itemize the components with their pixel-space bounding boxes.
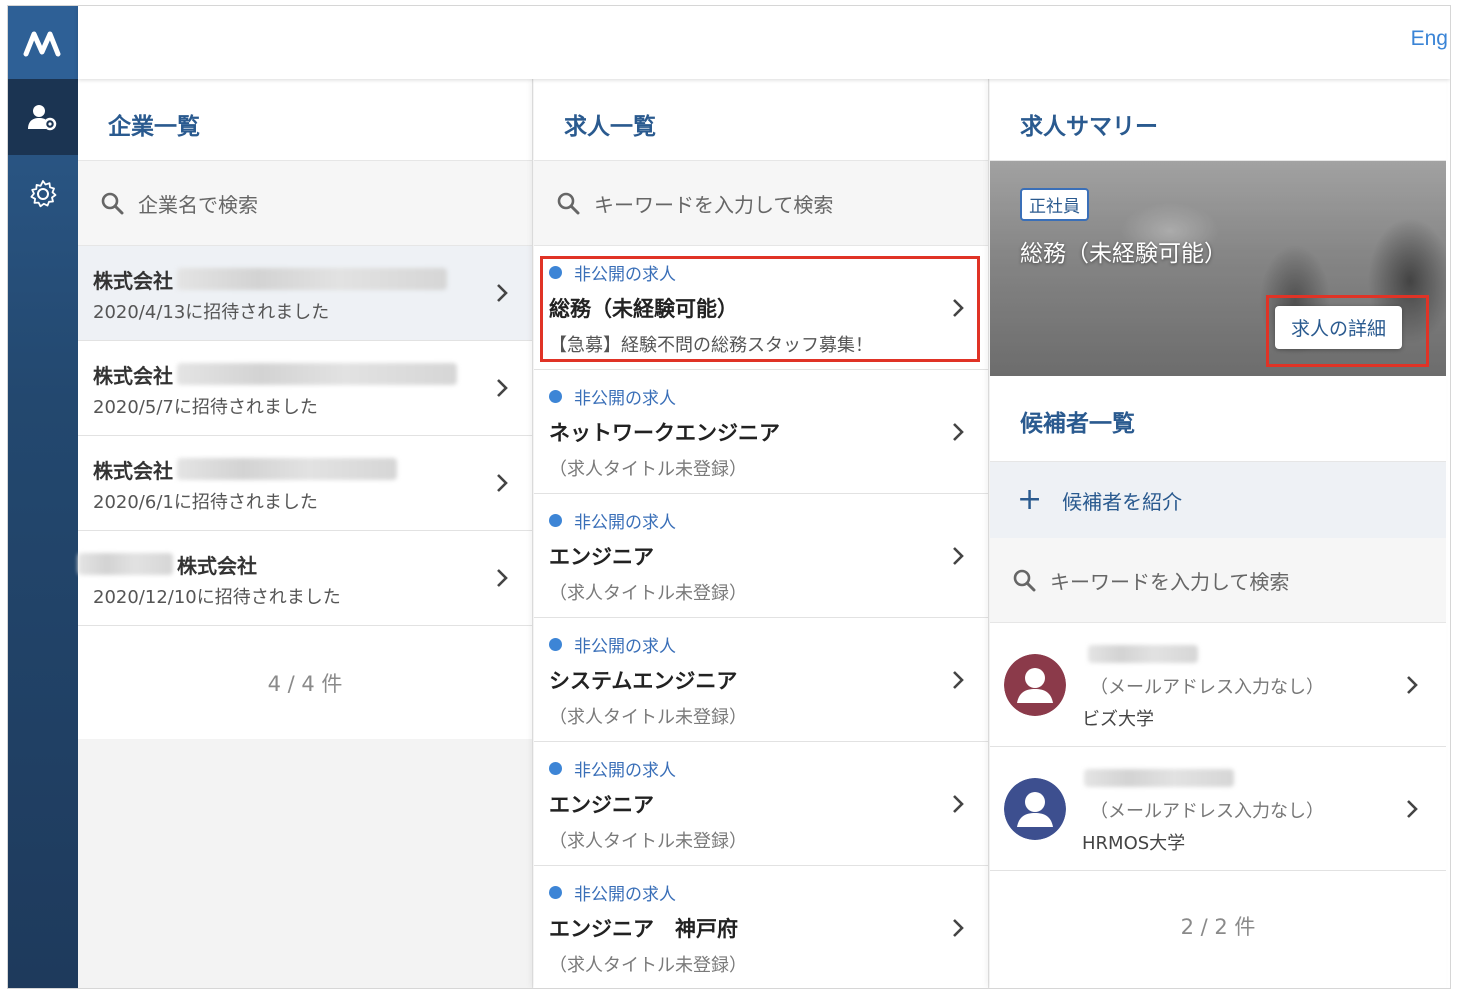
job-row-selected[interactable]: 非公開の求人 総務（未経験可能） 【急募】経験不問の総務スタッフ募集！ — [534, 246, 988, 370]
company-row[interactable]: 株式会社 2020/6/1に招待されました — [78, 436, 532, 531]
job-status: 非公開の求人 — [574, 389, 676, 409]
chevron-right-icon — [953, 670, 964, 689]
company-invite-date: 2020/12/10に招待されました — [93, 587, 341, 608]
job-subtitle: 【急募】経験不問の総務スタッフ募集！ — [549, 335, 873, 356]
job-title: システムエンジニア — [549, 669, 738, 693]
job-status: 非公開の求人 — [574, 513, 676, 533]
chevron-right-icon — [1407, 675, 1418, 694]
job-status: 非公開の求人 — [574, 885, 676, 905]
job-summary-panel: 求人サマリー 正社員 総務（未経験可能） 求人の詳細 候補者一覧 + 候補者を紹… — [990, 79, 1446, 988]
sidebar — [8, 6, 78, 988]
company-count: 4 / 4 件 — [78, 626, 532, 733]
plus-icon: + — [1017, 482, 1043, 517]
chevron-right-icon — [953, 546, 964, 565]
job-status: 非公開の求人 — [574, 637, 676, 657]
search-icon — [557, 192, 580, 215]
candidate-count: 2 / 2 件 — [1180, 915, 1256, 939]
status-dot — [549, 266, 562, 279]
job-subtitle: （求人タイトル未登録） — [549, 831, 747, 852]
company-invite-date: 2020/5/7に招待されました — [93, 397, 318, 418]
company-invite-date: 2020/6/1に招待されました — [93, 492, 318, 513]
company-list-panel: 企業一覧 企業名で検索 株式会社 2020/4/13に招待されました 株式会社 … — [78, 79, 533, 988]
job-list-title: 求人一覧 — [534, 79, 988, 161]
job-hero-image: 正社員 総務（未経験可能） 求人の詳細 — [990, 161, 1446, 376]
employment-type-badge: 正社員 — [1020, 188, 1089, 221]
job-row[interactable]: 非公開の求人 エンジニア （求人タイトル未登録） — [534, 742, 988, 866]
candidate-email: （メールアドレス入力なし） — [1090, 677, 1324, 698]
job-subtitle: （求人タイトル未登録） — [549, 955, 747, 976]
job-row[interactable]: 非公開の求人 システムエンジニア （求人タイトル未登録） — [534, 618, 988, 742]
add-candidate-button[interactable]: + 候補者を紹介 — [990, 462, 1446, 538]
empty-area — [78, 739, 532, 988]
job-subtitle: （求人タイトル未登録） — [549, 707, 747, 728]
job-detail-button[interactable]: 求人の詳細 — [1275, 306, 1403, 349]
candidate-email: （メールアドレス入力なし） — [1090, 801, 1324, 822]
company-invite-date: 2020/4/13に招待されました — [93, 302, 330, 323]
company-list-title: 企業一覧 — [78, 79, 532, 161]
search-icon — [101, 192, 124, 215]
company-row[interactable]: 株式会社 2020/12/10に招待されました — [78, 531, 532, 626]
avatar — [1004, 778, 1066, 840]
nav-item-users[interactable] — [8, 79, 78, 155]
candidate-search-placeholder: キーワードを入力して検索 — [1050, 569, 1290, 594]
chevron-right-icon — [953, 298, 964, 317]
job-row[interactable]: 非公開の求人 エンジニア （求人タイトル未登録） — [534, 494, 988, 618]
company-row[interactable]: 株式会社 2020/4/13に招待されました — [78, 246, 532, 341]
nav-item-settings[interactable] — [8, 166, 78, 222]
candidate-list-title: 候補者一覧 — [990, 376, 1446, 462]
chevron-right-icon — [953, 422, 964, 441]
candidate-school: ビズ大学 — [1082, 709, 1154, 730]
company-search-placeholder: 企業名で検索 — [138, 192, 258, 217]
language-toggle-link[interactable]: Eng — [1411, 27, 1448, 51]
add-candidate-label: 候補者を紹介 — [1062, 489, 1183, 514]
company-search-input[interactable]: 企業名で検索 — [78, 161, 532, 246]
company-name: 株式会社 — [93, 268, 173, 293]
job-title: 総務（未経験可能） — [549, 297, 738, 321]
company-name: 株式会社 — [93, 458, 173, 483]
status-dot — [549, 886, 562, 899]
chevron-right-icon — [953, 794, 964, 813]
job-search-input[interactable]: キーワードを入力して検索 — [534, 161, 988, 246]
job-subtitle: （求人タイトル未登録） — [549, 583, 747, 604]
job-status: 非公開の求人 — [574, 761, 676, 781]
chevron-right-icon — [497, 284, 508, 302]
chevron-right-icon — [497, 569, 508, 587]
status-dot — [549, 390, 562, 403]
status-dot — [549, 638, 562, 651]
candidate-row[interactable]: （メールアドレス入力なし） HRMOS大学 — [990, 747, 1446, 871]
candidate-school: HRMOS大学 — [1082, 833, 1186, 854]
company-name: 株式会社 — [177, 553, 257, 578]
job-subtitle: （求人タイトル未登録） — [549, 459, 747, 480]
user-settings-icon — [28, 105, 57, 131]
chevron-right-icon — [497, 379, 508, 397]
job-title: エンジニア — [549, 793, 654, 817]
job-title: エンジニア 神戸府 — [549, 917, 738, 941]
company-row[interactable]: 株式会社 2020/5/7に招待されました — [78, 341, 532, 436]
job-row[interactable]: 非公開の求人 ネットワークエンジニア （求人タイトル未登録） — [534, 370, 988, 494]
job-summary-title: 求人サマリー — [990, 79, 1446, 161]
job-search-placeholder: キーワードを入力して検索 — [594, 192, 834, 217]
status-dot — [549, 514, 562, 527]
company-name: 株式会社 — [93, 363, 173, 388]
app-window: Eng 企業一覧 企業名で検索 株式会社 2020/4/13に招待されました 株… — [7, 5, 1451, 989]
job-row[interactable]: 非公開の求人 エンジニア 神戸府 （求人タイトル未登録） — [534, 866, 988, 988]
search-icon — [1013, 569, 1036, 592]
job-status: 非公開の求人 — [574, 265, 676, 285]
avatar — [1004, 654, 1066, 716]
candidate-row[interactable]: （メールアドレス入力なし） ビズ大学 — [990, 623, 1446, 747]
hero-job-title: 総務（未経験可能） — [1020, 241, 1227, 267]
brand-logo-icon[interactable] — [8, 6, 78, 79]
candidate-search-input[interactable]: キーワードを入力して検索 — [990, 538, 1446, 623]
chevron-right-icon — [953, 918, 964, 937]
job-title: ネットワークエンジニア — [549, 421, 780, 445]
status-dot — [549, 762, 562, 775]
job-title: エンジニア — [549, 545, 654, 569]
chevron-right-icon — [1407, 799, 1418, 818]
chevron-right-icon — [497, 474, 508, 492]
job-list-panel: 求人一覧 キーワードを入力して検索 非公開の求人 総務（未経験可能） 【急募】経… — [534, 79, 989, 988]
top-bar: Eng — [78, 6, 1450, 79]
gear-icon — [30, 180, 57, 208]
